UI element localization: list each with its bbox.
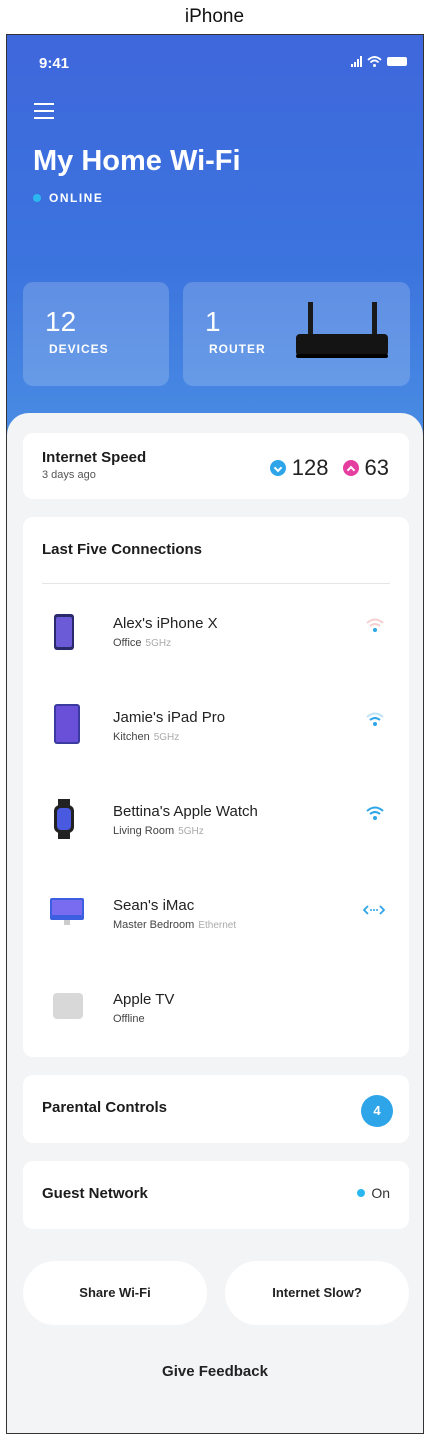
connections-card: Last Five Connections Alex's iPhone X Of…	[23, 517, 409, 1057]
ipad-icon	[54, 704, 80, 744]
router-label: ROUTER	[209, 342, 266, 356]
device-name: Sean's iMac	[113, 897, 195, 914]
router-tile[interactable]: 1 ROUTER	[183, 282, 410, 386]
device-name: Jamie's iPad Pro	[113, 709, 226, 726]
upload-icon	[342, 460, 359, 476]
device-location: Kitchen 5GHz	[113, 731, 180, 743]
wifi-weak-icon	[366, 618, 384, 632]
network-status-label: ONLINE	[49, 191, 104, 205]
iphone-icon	[54, 614, 74, 650]
connection-row[interactable]: Jamie's iPad Pro Kitchen 5GHz	[23, 699, 409, 793]
online-dot-icon	[33, 194, 41, 202]
apple-tv-icon	[53, 993, 83, 1019]
guest-network-row[interactable]: Guest Network On	[23, 1161, 409, 1229]
connection-row[interactable]: Bettina's Apple Watch Living Room 5GHz	[23, 793, 409, 887]
speed-values: 128 63	[269, 455, 389, 481]
wifi-status-icon	[367, 56, 382, 67]
connections-title: Last Five Connections	[42, 541, 203, 558]
give-feedback-button[interactable]: Give Feedback	[7, 1363, 423, 1380]
devices-label: DEVICES	[49, 342, 109, 356]
device-name: Alex's iPhone X	[113, 615, 218, 632]
parental-controls-label: Parental Controls	[42, 1099, 168, 1116]
device-caption: iPhone	[184, 6, 245, 27]
connection-row[interactable]: Sean's iMac Master Bedroom Ethernet	[23, 887, 409, 981]
device-location: Offline	[113, 1013, 145, 1025]
guest-status-label: On	[371, 1185, 390, 1201]
hero-header: 9:41 My Home Wi-Fi ONLINE 12 DEVICES 1 R…	[7, 35, 423, 455]
device-location: Living Room 5GHz	[113, 825, 204, 837]
wifi-medium-icon	[366, 712, 384, 726]
divider	[42, 583, 390, 584]
device-name: Bettina's Apple Watch	[113, 803, 258, 820]
parental-count-badge: 4	[361, 1095, 393, 1127]
internet-slow-button[interactable]: Internet Slow?	[225, 1261, 409, 1325]
imac-icon	[50, 898, 84, 925]
apple-watch-icon	[54, 799, 74, 839]
ethernet-icon	[363, 905, 385, 915]
share-wifi-button[interactable]: Share Wi-Fi	[23, 1261, 207, 1325]
parental-controls-row[interactable]: Parental Controls 4	[23, 1075, 409, 1143]
network-title: My Home Wi-Fi	[33, 145, 241, 177]
status-icons	[351, 56, 407, 67]
devices-count: 12	[45, 306, 77, 337]
device-name: Apple TV	[113, 991, 175, 1008]
speed-subtitle: 3 days ago	[42, 469, 96, 481]
network-status: ONLINE	[33, 191, 103, 205]
devices-tile[interactable]: 12 DEVICES	[23, 282, 169, 386]
guest-network-label: Guest Network	[42, 1185, 148, 1202]
internet-speed-card[interactable]: Internet Speed 3 days ago 128 63	[23, 433, 409, 499]
device-location: Master Bedroom Ethernet	[113, 919, 237, 931]
speed-title: Internet Speed	[42, 449, 147, 466]
battery-icon	[387, 57, 407, 66]
upload-speed: 63	[364, 455, 389, 480]
connection-row[interactable]: Alex's iPhone X Office 5GHz	[23, 605, 409, 699]
router-image-icon	[296, 302, 388, 358]
guest-status-dot-icon	[357, 1189, 366, 1197]
download-icon	[269, 460, 286, 476]
guest-status: On	[357, 1185, 390, 1201]
cellular-signal-icon	[351, 56, 362, 67]
phone-screen: 9:41 My Home Wi-Fi ONLINE 12 DEVICES 1 R…	[6, 34, 424, 1434]
router-count: 1	[205, 306, 221, 337]
wifi-strong-icon	[366, 806, 384, 820]
download-speed: 128	[291, 455, 329, 480]
device-location: Office 5GHz	[113, 637, 172, 649]
menu-icon[interactable]	[34, 103, 54, 124]
connection-row[interactable]: Apple TV Offline	[23, 981, 409, 1075]
status-time: 9:41	[39, 55, 70, 72]
